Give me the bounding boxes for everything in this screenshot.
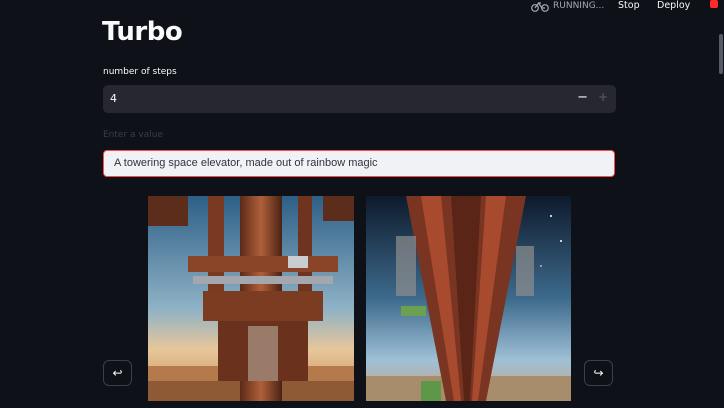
steps-value[interactable]: 4	[110, 92, 117, 105]
prompt-input[interactable]: A towering space elevator, made out of r…	[103, 150, 615, 177]
running-status-text: RUNNING...	[553, 1, 605, 11]
main-menu-icon[interactable]	[710, 0, 718, 8]
prompt-label: Enter a value	[103, 130, 163, 140]
deploy-button[interactable]: Deploy	[657, 0, 690, 11]
redo-arrow-icon: ↪	[593, 366, 604, 380]
space-elevator-image-1	[148, 196, 354, 401]
undo-arrow-icon: ↩	[112, 366, 123, 380]
increment-button[interactable]: +	[598, 90, 608, 104]
scrollbar[interactable]	[719, 34, 723, 74]
steps-number-input[interactable]: 4 − +	[103, 85, 616, 113]
stop-button[interactable]: Stop	[618, 0, 640, 11]
decrement-button[interactable]: −	[577, 90, 588, 105]
top-toolbar: RUNNING... Stop Deploy	[0, 0, 724, 14]
space-elevator-image-2	[366, 196, 571, 401]
page-title: Turbo	[102, 17, 183, 47]
steps-label: number of steps	[103, 67, 177, 77]
next-button[interactable]: ↪	[584, 360, 613, 386]
prompt-text[interactable]: A towering space elevator, made out of r…	[114, 157, 378, 169]
bicycle-icon	[531, 1, 549, 12]
previous-button[interactable]: ↩	[103, 360, 132, 386]
running-status: RUNNING...	[531, 0, 604, 12]
